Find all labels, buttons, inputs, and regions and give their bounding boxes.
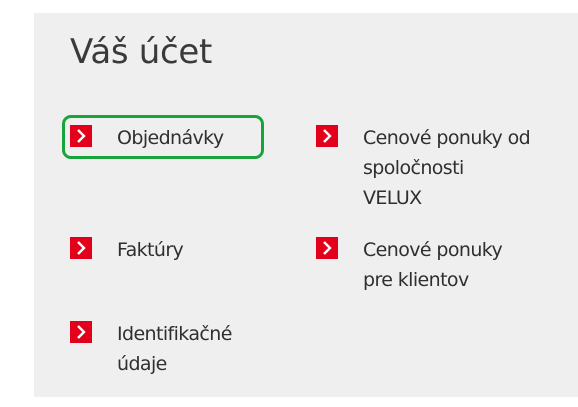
link-quotes-clients-label: Cenové ponuky pre klientov [363, 235, 503, 295]
label-line: spoločnosti [363, 157, 464, 179]
chevron-right-icon [70, 237, 92, 259]
label-line: VELUX [363, 187, 422, 209]
label-line: Cenové ponuky od [363, 127, 531, 149]
label-line: údaje [117, 353, 167, 375]
link-quotes-clients[interactable]: Cenové ponuky pre klientov [316, 237, 536, 301]
link-orders-label: Objednávky [117, 123, 224, 153]
link-identification-label: Identifikačné údaje [117, 319, 232, 379]
label-line: Faktúry [117, 239, 184, 261]
label-line: pre klientov [363, 269, 469, 291]
chevron-right-icon [70, 321, 92, 343]
link-invoices[interactable]: Faktúry [70, 237, 220, 263]
page-title: Váš účet [70, 32, 213, 72]
link-quotes-velux-label: Cenové ponuky od spoločnosti VELUX [363, 123, 531, 213]
chevron-right-icon [316, 125, 338, 147]
link-orders[interactable]: Objednávky [70, 125, 260, 151]
chevron-right-icon [70, 125, 92, 147]
link-identification[interactable]: Identifikačné údaje [70, 321, 270, 385]
chevron-right-icon [316, 237, 338, 259]
link-invoices-label: Faktúry [117, 235, 184, 265]
link-quotes-velux[interactable]: Cenové ponuky od spoločnosti VELUX [316, 125, 561, 221]
label-line: Cenové ponuky [363, 239, 503, 261]
label-line: Identifikačné [117, 323, 232, 345]
label-line: Objednávky [117, 127, 224, 149]
